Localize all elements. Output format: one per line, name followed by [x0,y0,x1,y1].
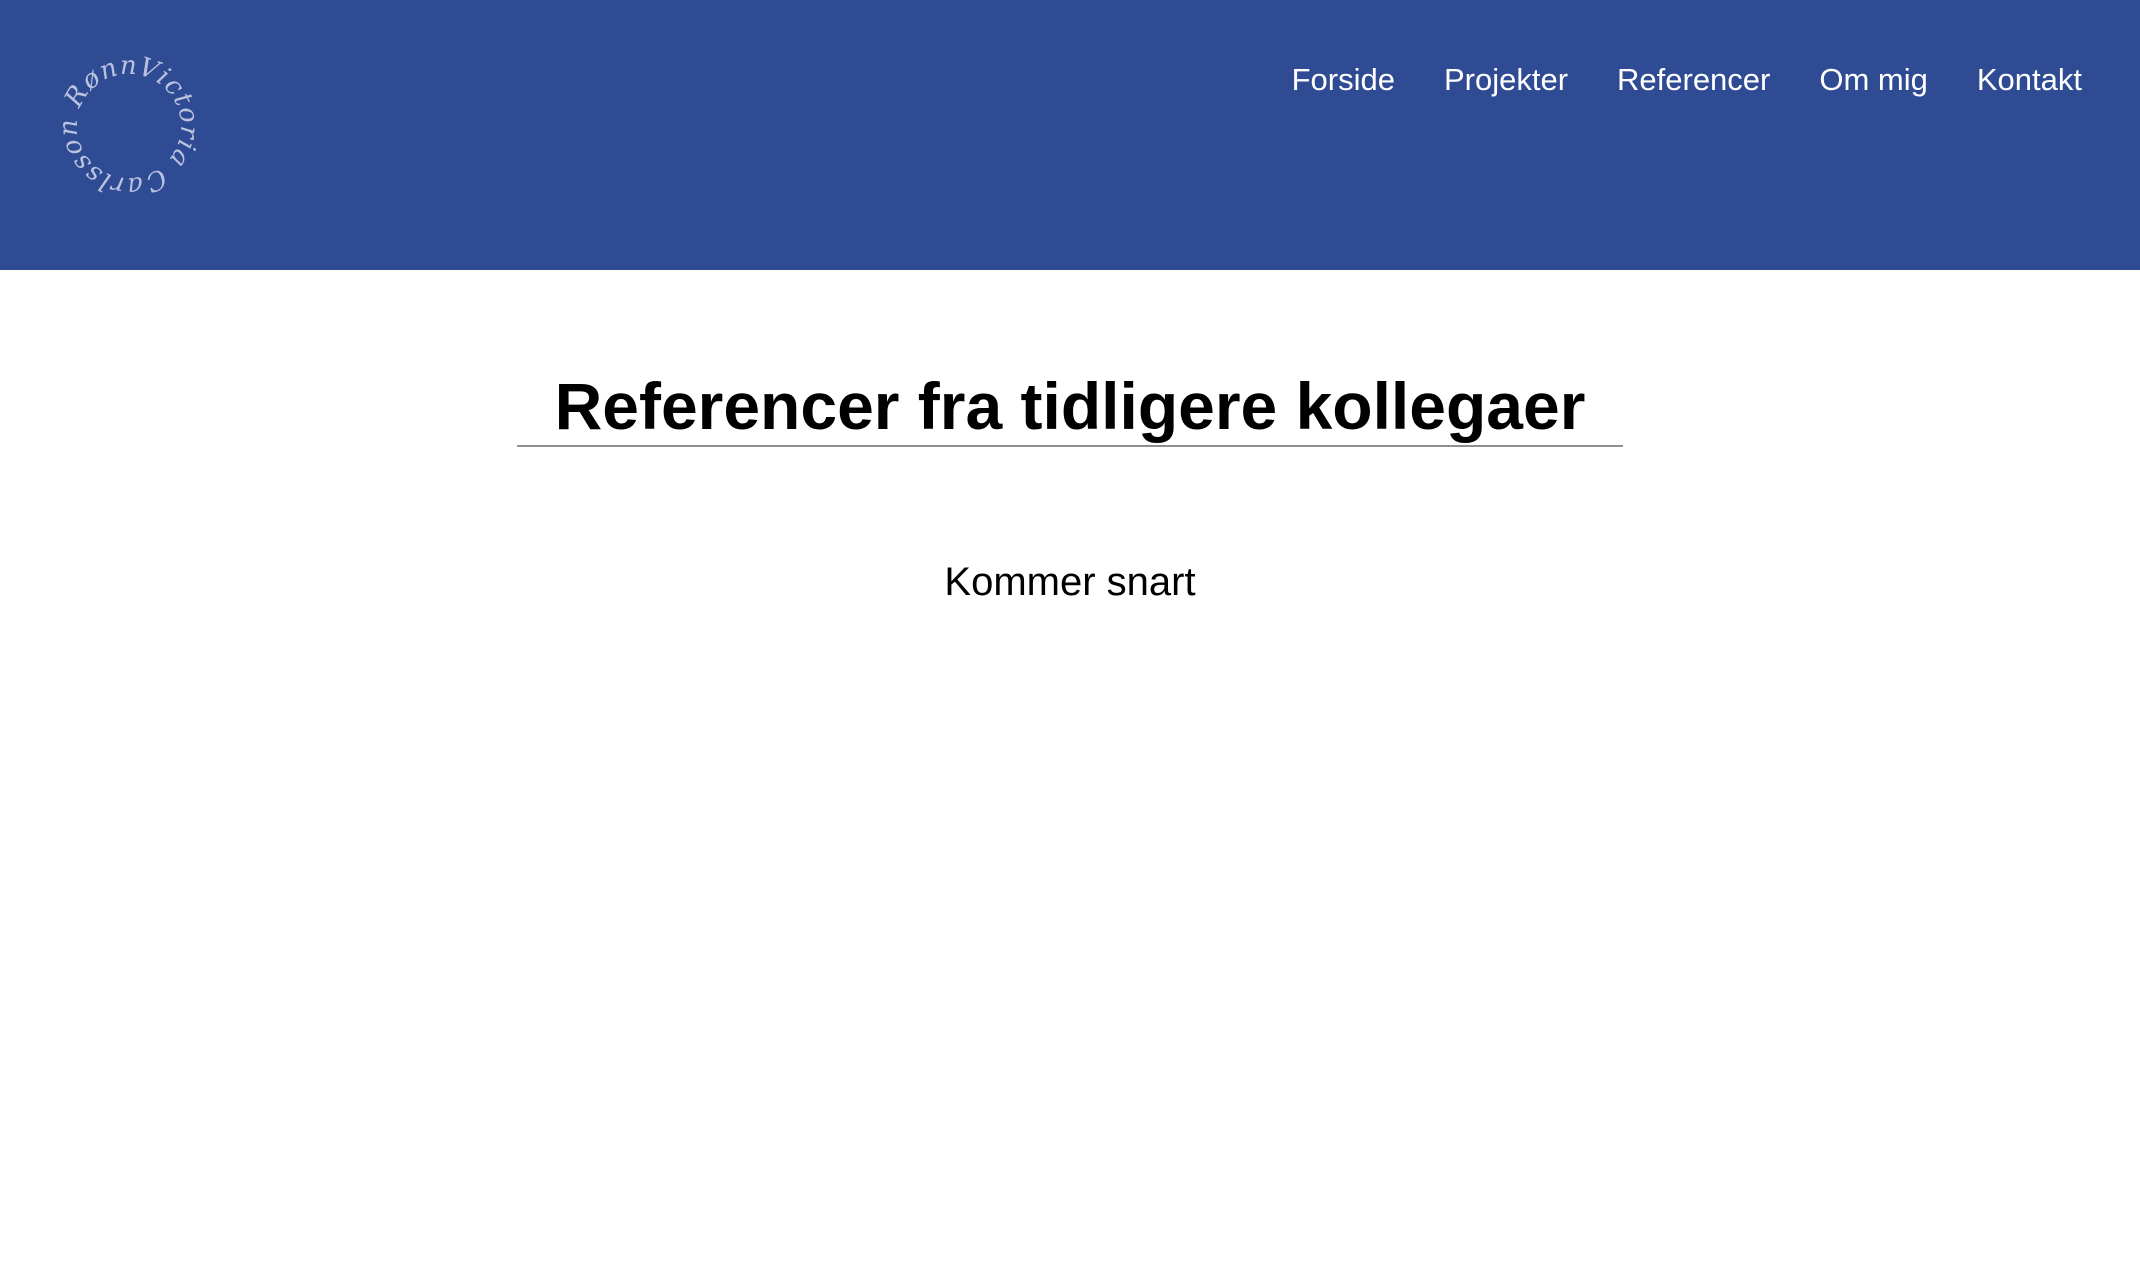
nav-item-projekter[interactable]: Projekter [1444,58,1568,102]
nav-item-kontakt[interactable]: Kontakt [1977,58,2082,102]
site-logo[interactable]: Victoria Carlsson Rønne [58,54,200,204]
circular-signature-logo-icon: Victoria Carlsson Rønne [58,54,200,201]
main-navigation: Forside Projekter Referencer Om mig Kont… [1243,58,2082,102]
site-header: Victoria Carlsson Rønne Forside Projekte… [0,0,2140,270]
nav-item-om-mig[interactable]: Om mig [1819,58,1928,102]
main-content: Referencer fra tidligere kollegaer Komme… [0,270,2140,1262]
title-divider [517,445,1623,447]
nav-item-forside[interactable]: Forside [1292,58,1395,102]
svg-text:Victoria Carlsson Rønne: Victoria Carlsson Rønne [58,54,200,201]
nav-item-referencer[interactable]: Referencer [1617,58,1770,102]
coming-soon-text: Kommer snart [944,560,1196,604]
page-title: Referencer fra tidligere kollegaer [554,369,1586,443]
